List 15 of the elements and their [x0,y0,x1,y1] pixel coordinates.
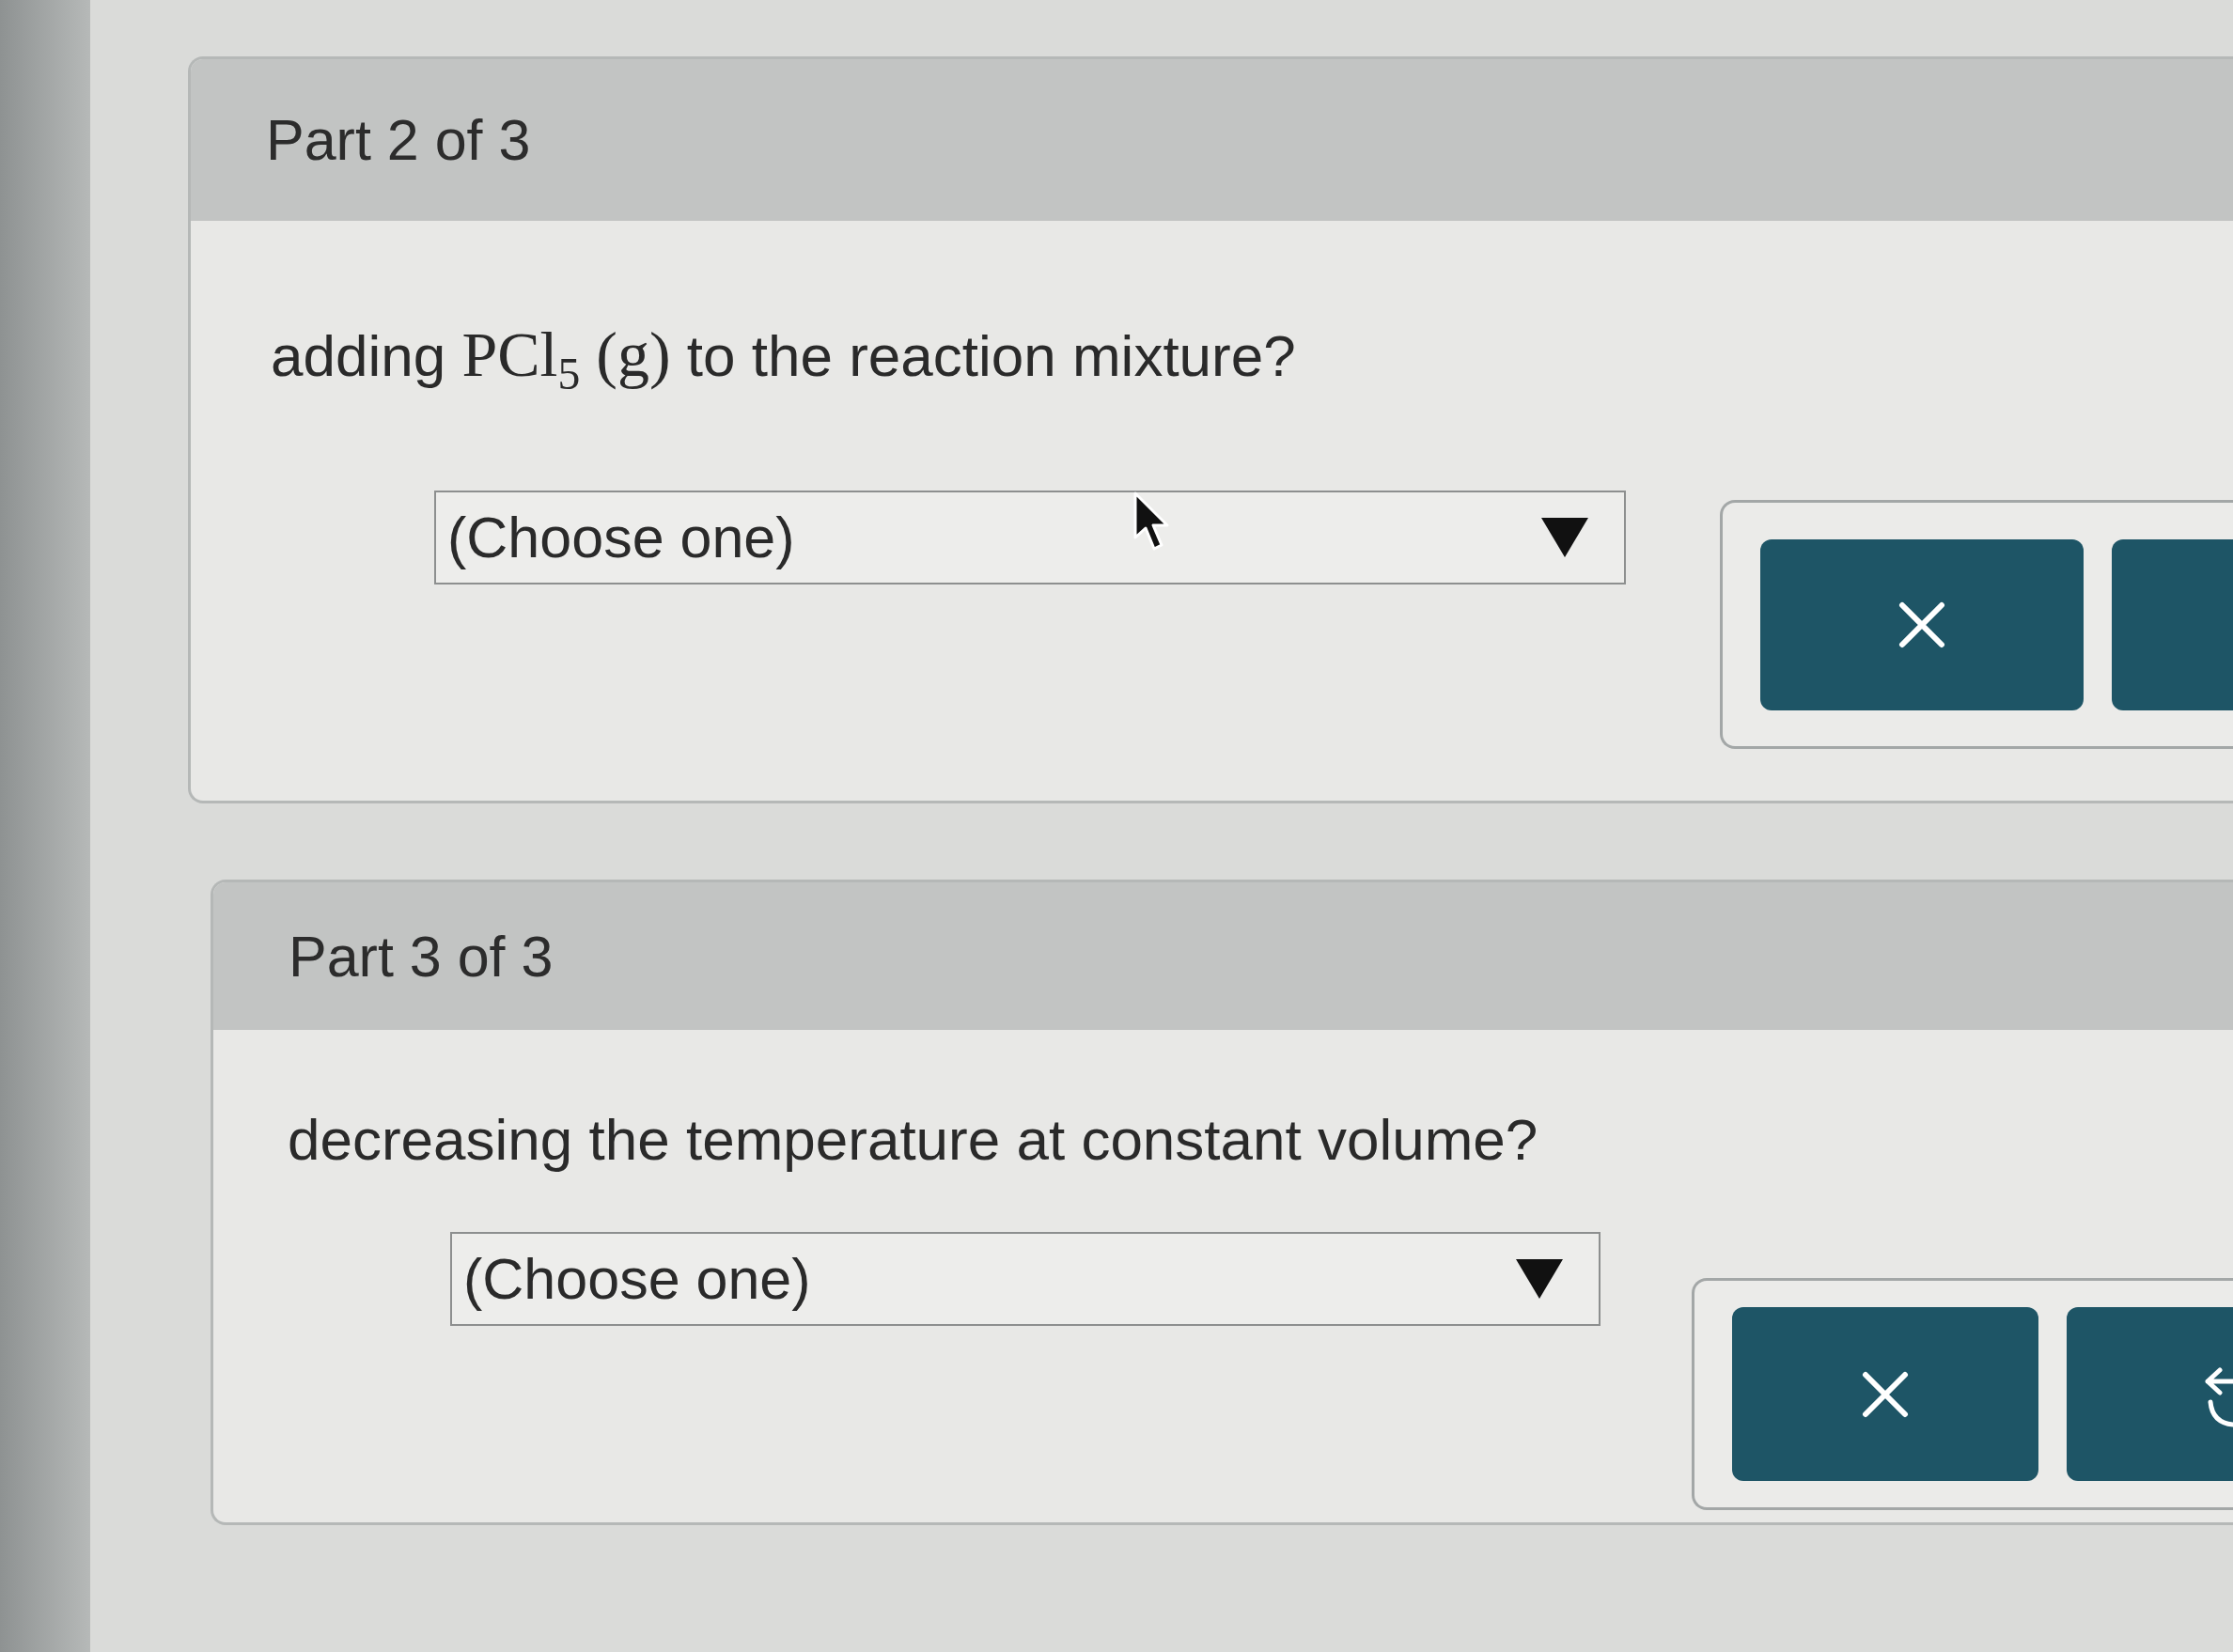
clear-button[interactable] [1760,538,2084,710]
question-text: decreasing the temperature at constant volume? [288,1106,1538,1174]
close-icon [1898,600,1945,648]
dropdown-select[interactable]: (Choose one) [434,491,1626,584]
dropdown-select[interactable]: (Choose one) [450,1232,1601,1326]
clear-button[interactable] [1732,1307,2038,1481]
caret-down-icon [1516,1259,1563,1299]
undo-button[interactable] [2067,1307,2233,1481]
mouse-cursor-icon [1132,491,1170,553]
caret-down-icon [1541,518,1588,557]
part-header: Part 2 of 3 [191,59,2233,221]
action-button[interactable] [2112,538,2233,710]
question-text: adding PCl$_{5}$ (g) to the reaction mixture? [271,319,1296,392]
part-header: Part 3 of 3 [213,882,2233,1030]
close-icon [1862,1370,1909,1418]
